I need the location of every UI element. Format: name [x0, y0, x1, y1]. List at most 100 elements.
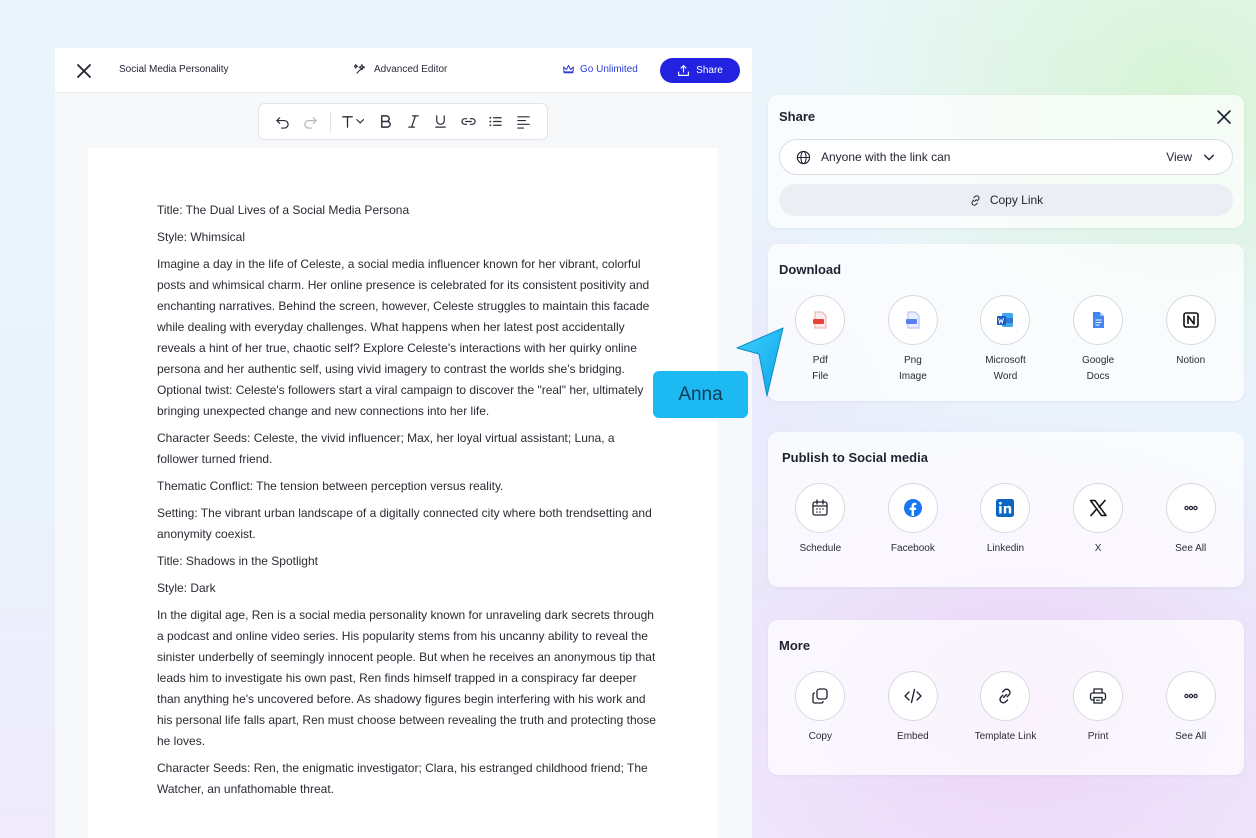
doc-paragraph: Style: Whimsical	[157, 230, 246, 244]
x-button[interactable]: X	[1052, 483, 1145, 557]
option-label-line: Png	[903, 355, 922, 366]
more-see-all-button[interactable]: See All	[1144, 671, 1237, 745]
copy-link-button[interactable]: Copy Link	[779, 184, 1233, 216]
text-size-icon	[341, 116, 364, 128]
social-title: Publish to Social media	[782, 450, 928, 465]
italic-button[interactable]	[400, 108, 427, 136]
toolbar-divider	[329, 110, 331, 133]
option-label: Facebook	[890, 543, 935, 554]
microsoft-word-icon	[997, 313, 1014, 327]
link-access-value: View	[1166, 150, 1192, 164]
bullet-list-button[interactable]	[482, 108, 509, 136]
share-title: Share	[779, 109, 816, 124]
option-label-line: Image	[898, 371, 927, 382]
share-button[interactable]: Share	[660, 58, 740, 83]
option-circle	[795, 483, 846, 533]
option-circle	[887, 483, 938, 533]
advanced-editor-button[interactable]: Advanced Editor	[354, 62, 447, 76]
copy-button[interactable]: Copy	[774, 671, 867, 745]
social-see-all-button[interactable]: See All	[1144, 483, 1237, 557]
option-label: Print	[1087, 731, 1109, 742]
embed-button[interactable]: Embed	[867, 671, 960, 745]
option-circle	[795, 295, 846, 345]
bold-button[interactable]	[372, 108, 399, 136]
undo-button[interactable]	[269, 108, 296, 136]
doc-paragraph: Character Seeds: Celeste, the vivid infl…	[157, 431, 615, 466]
option-circle	[887, 295, 938, 345]
doc-paragraph: Thematic Conflict: The tension between p…	[157, 479, 504, 493]
option-label: Notion	[1176, 355, 1206, 366]
redo-button[interactable]	[296, 108, 323, 136]
download-options: Pdf File Png Image Microsoft Word Google Doc…	[768, 295, 1244, 385]
download-title: Download	[779, 262, 842, 277]
download-google-docs-button[interactable]: Google Docs	[1052, 295, 1145, 385]
linkedin-icon	[996, 499, 1015, 517]
bold-icon	[381, 115, 392, 128]
download-card: Download Pdf File Png Image Microsoft Word …	[768, 244, 1244, 401]
option-label: Schedule	[799, 543, 842, 554]
option-label-line: Microsoft	[985, 355, 1026, 366]
doc-paragraph: In the digital age, Ren is a social medi…	[157, 608, 656, 748]
more-title: More	[779, 638, 811, 653]
editor-window: Social Media Personality Advanced Editor…	[55, 48, 752, 838]
notion-icon	[1182, 312, 1199, 328]
document-content[interactable]: Title: The Dual Lives of a Social Media …	[157, 200, 657, 806]
advanced-editor-label: Advanced Editor	[374, 63, 448, 75]
crown-icon	[563, 64, 574, 74]
png-image-icon	[905, 311, 920, 329]
close-icon[interactable]	[1216, 109, 1232, 125]
print-button[interactable]: Print	[1052, 671, 1145, 745]
pdf-file-icon	[813, 311, 827, 329]
go-unlimited-label: Go Unlimited	[580, 64, 638, 75]
printer-icon	[1089, 688, 1107, 704]
align-left-button[interactable]	[510, 108, 537, 136]
option-label-line: Word	[993, 371, 1018, 382]
link-access-select[interactable]: Anyone with the link can View	[779, 139, 1233, 175]
option-circle	[980, 295, 1031, 345]
document-page[interactable]: Title: The Dual Lives of a Social Media …	[88, 148, 718, 838]
go-unlimited-link[interactable]: Go Unlimited	[562, 63, 638, 76]
underline-button[interactable]	[427, 108, 454, 136]
option-circle	[1165, 295, 1216, 345]
align-left-icon	[517, 116, 530, 129]
facebook-icon	[903, 499, 922, 517]
download-pdf-button[interactable]: Pdf File	[774, 295, 867, 385]
option-label-line: Docs	[1086, 371, 1110, 382]
google-docs-icon	[1093, 312, 1105, 328]
document-title: Social Media Personality	[119, 64, 229, 75]
option-circle	[980, 483, 1031, 533]
link-icon	[971, 194, 980, 206]
close-icon[interactable]	[75, 62, 93, 80]
upload-icon	[678, 65, 690, 76]
linkedin-button[interactable]: Linkedin	[959, 483, 1052, 557]
link-icon	[461, 118, 476, 125]
doc-paragraph: Imagine a day in the life of Celeste, a …	[157, 257, 650, 418]
share-card: Share Anyone with the link can View Copy…	[768, 95, 1244, 228]
link-button[interactable]	[455, 108, 482, 136]
underline-icon	[435, 115, 447, 128]
download-word-button[interactable]: Microsoft Word	[959, 295, 1052, 385]
template-link-button[interactable]: Template Link	[959, 671, 1052, 745]
x-logo-icon	[1089, 499, 1107, 517]
redo-icon	[303, 117, 317, 129]
text-size-dropdown[interactable]	[337, 108, 372, 136]
copy-link-label: Copy Link	[989, 193, 1044, 207]
option-label: Google Docs	[1058, 353, 1138, 385]
download-png-button[interactable]: Png Image	[867, 295, 960, 385]
option-label: Microsoft Word	[965, 353, 1045, 385]
editor-topbar: Social Media Personality Advanced Editor…	[55, 48, 752, 93]
facebook-button[interactable]: Facebook	[867, 483, 960, 557]
option-circle	[795, 671, 846, 721]
download-notion-button[interactable]: Notion	[1144, 295, 1237, 385]
option-label-line: File	[812, 371, 829, 382]
option-label: Pdf File	[780, 353, 860, 385]
schedule-button[interactable]: Schedule	[774, 483, 867, 557]
collaborator-name-tag: Anna	[653, 371, 748, 418]
option-label: X	[1094, 543, 1102, 554]
option-circle	[1073, 483, 1124, 533]
doc-paragraph: Character Seeds: Ren, the enigmatic inve…	[157, 761, 648, 796]
option-label: See All	[1175, 543, 1207, 554]
social-options: Schedule Facebook Linkedin X See All	[768, 483, 1244, 557]
option-label: Embed	[897, 731, 929, 742]
doc-paragraph: Setting: The vibrant urban landscape of …	[157, 506, 652, 541]
